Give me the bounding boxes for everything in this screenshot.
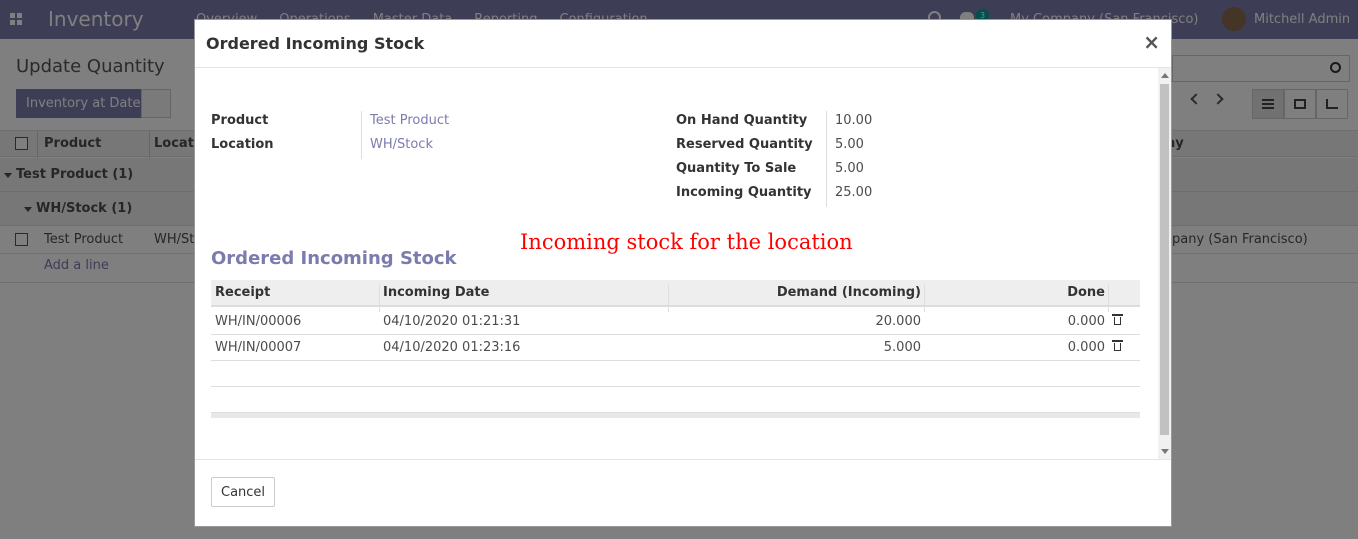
- field-divider: [826, 111, 827, 207]
- column-demand[interactable]: Demand (Incoming): [777, 285, 921, 300]
- field-label: On Hand Quantity: [676, 113, 808, 128]
- cell-demand: 5.000: [883, 340, 921, 355]
- table-row[interactable]: WH/IN/00006 04/10/2020 01:21:31 20.000 0…: [211, 309, 1140, 335]
- column-receipt[interactable]: Receipt: [215, 285, 270, 300]
- field-label: Location: [211, 137, 274, 152]
- empty-row: [211, 361, 1140, 387]
- field-label: Reserved Quantity: [676, 137, 813, 152]
- field-divider: [361, 111, 362, 159]
- field-value: 25.00: [835, 185, 873, 200]
- column-separator: [924, 285, 925, 312]
- modal-body: Product Test Product Location WH/Stock O…: [195, 68, 1171, 459]
- column-incoming-date[interactable]: Incoming Date: [383, 285, 489, 300]
- scroll-up-icon[interactable]: [1161, 73, 1169, 78]
- trash-icon[interactable]: [1112, 314, 1123, 325]
- column-separator: [1108, 285, 1109, 312]
- modal-footer: Cancel: [195, 459, 1171, 526]
- table-row[interactable]: WH/IN/00007 04/10/2020 01:23:16 5.000 0.…: [211, 335, 1140, 361]
- product-link[interactable]: Test Product: [370, 113, 449, 128]
- column-separator: [379, 285, 380, 312]
- cell-incoming-date: 04/10/2020 01:21:31: [383, 314, 521, 329]
- ordered-incoming-stock-dialog: Ordered Incoming Stock × Product Test Pr…: [194, 19, 1172, 527]
- field-value: 5.00: [835, 161, 864, 176]
- field-label: Incoming Quantity: [676, 185, 812, 200]
- cell-demand: 20.000: [875, 314, 922, 329]
- cell-done: 0.000: [1067, 314, 1105, 329]
- modal-title: Ordered Incoming Stock: [206, 34, 425, 53]
- field-value: 5.00: [835, 137, 864, 152]
- table-footer: [211, 412, 1140, 418]
- cell-receipt: WH/IN/00007: [215, 340, 302, 355]
- column-done[interactable]: Done: [1067, 285, 1105, 300]
- cancel-button[interactable]: Cancel: [211, 477, 276, 507]
- scroll-down-icon[interactable]: [1161, 449, 1169, 454]
- field-label: Product: [211, 113, 269, 128]
- modal-scrollbar[interactable]: [1158, 68, 1171, 459]
- cell-receipt: WH/IN/00006: [215, 314, 302, 329]
- field-value: 10.00: [835, 113, 873, 128]
- section-title: Ordered Incoming Stock: [211, 248, 457, 269]
- location-link[interactable]: WH/Stock: [370, 137, 433, 152]
- annotation-text: Incoming stock for the location: [520, 230, 853, 254]
- scrollbar-thumb[interactable]: [1160, 84, 1169, 435]
- cell-incoming-date: 04/10/2020 01:23:16: [383, 340, 521, 355]
- field-label: Quantity To Sale: [676, 161, 797, 176]
- column-separator: [668, 285, 669, 312]
- table-header: Receipt Incoming Date Demand (Incoming) …: [211, 280, 1140, 312]
- close-icon[interactable]: ×: [1143, 30, 1160, 54]
- cell-done: 0.000: [1067, 340, 1105, 355]
- modal-header: Ordered Incoming Stock ×: [195, 20, 1171, 68]
- trash-icon[interactable]: [1112, 340, 1123, 351]
